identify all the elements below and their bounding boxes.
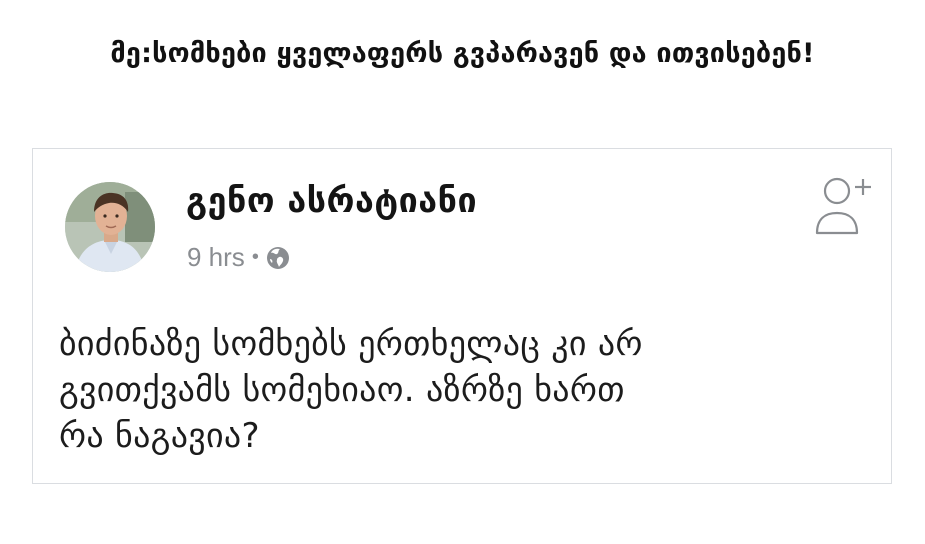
avatar-photo: [65, 182, 155, 272]
meta-separator: •: [251, 246, 259, 268]
author-name[interactable]: გენო ასრატიანი: [186, 181, 477, 221]
avatar[interactable]: [65, 182, 155, 272]
post-text-line: ბიძინაზე სომხებს ერთხელაც კი არ: [59, 324, 643, 364]
post-text-line: გვითქვამს სომეხიაო. აზრზე ხართ: [59, 370, 625, 410]
add-friend-icon[interactable]: [815, 173, 873, 237]
post-meta: 9 hrs •: [187, 242, 290, 273]
globe-icon[interactable]: [266, 246, 290, 270]
post-time[interactable]: 9 hrs: [187, 242, 245, 273]
post-text: ბიძინაზე სომხებს ერთხელაც კი არ გვითქვამ…: [59, 321, 879, 459]
post-text-line: რა ნაგავია?: [59, 416, 260, 456]
facebook-post-card: გენო ასრატიანი 9 hrs • ბიძინაზე სომხებს …: [32, 148, 892, 484]
headline: მე:სომხები ყველაფერს გვპარავენ და ითვისე…: [110, 38, 815, 69]
